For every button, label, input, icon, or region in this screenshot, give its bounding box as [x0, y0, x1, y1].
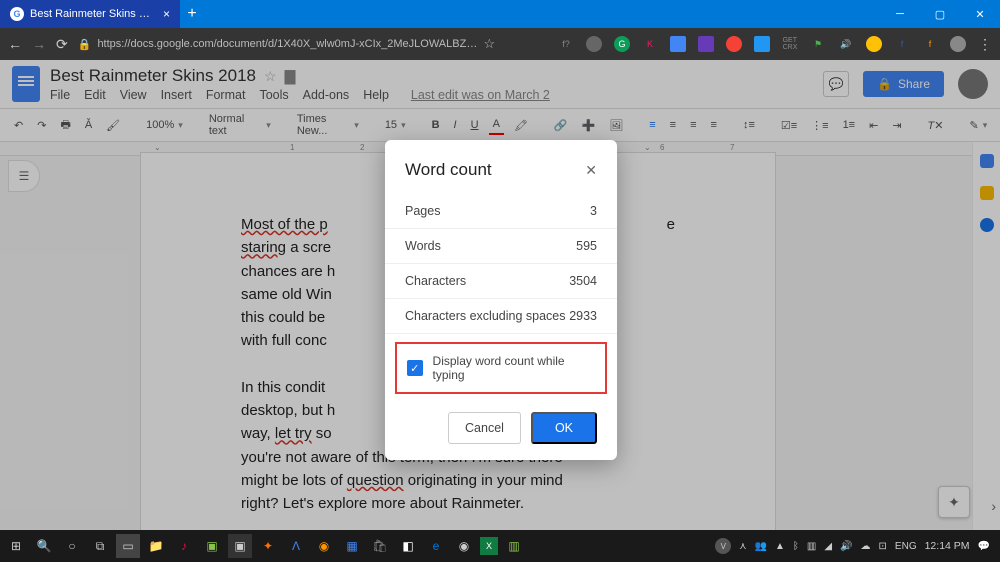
extension-icons: f? G K GETCRX ⚑ 🔊 f f ⋮ — [558, 36, 992, 53]
chrome-icon[interactable]: ◉ — [452, 534, 476, 558]
display-while-typing-option[interactable]: ✓ Display word count while typing — [395, 342, 607, 394]
ext-icon[interactable]: 🔊 — [838, 36, 854, 52]
ext-icon[interactable]: ⚑ — [810, 36, 826, 52]
notifications-icon[interactable]: 💬 — [978, 541, 990, 552]
taskbar-app[interactable]: ▣ — [228, 534, 252, 558]
people-icon[interactable]: 👥 — [755, 541, 767, 552]
onedrive-icon[interactable]: ☁ — [861, 541, 871, 552]
task-view-icon[interactable]: ⧉ — [88, 534, 112, 558]
dialog-close-icon[interactable]: ✕ — [585, 162, 597, 179]
ext-icon[interactable] — [698, 36, 714, 52]
bluetooth-icon[interactable]: ᛒ — [793, 541, 799, 552]
cancel-button[interactable]: Cancel — [448, 412, 521, 444]
tray-icon[interactable]: ⋏ — [739, 541, 746, 552]
taskbar-app[interactable]: ♪ — [172, 534, 196, 558]
stat-row-characters-no-spaces: Characters excluding spaces 2933 — [385, 299, 617, 334]
wifi-icon[interactable]: ◢ — [824, 541, 832, 552]
stat-row-characters: Characters 3504 — [385, 264, 617, 299]
language-indicator[interactable]: ENG — [895, 541, 917, 552]
taskbar-app[interactable]: ▭ — [116, 534, 140, 558]
browser-menu-icon[interactable]: ⋮ — [978, 36, 992, 53]
ext-icon[interactable] — [866, 36, 882, 52]
google-ads-icon[interactable]: Λ — [284, 534, 308, 558]
url-text: https://docs.google.com/document/d/1X40X… — [97, 38, 477, 50]
start-button[interactable]: ⊞ — [4, 534, 28, 558]
address-bar[interactable]: 🔒 https://docs.google.com/document/d/1X4… — [78, 36, 495, 52]
tab-title: Best Rainmeter Skins 2018 - Goo — [30, 8, 155, 20]
search-icon[interactable]: 🔍 — [32, 534, 56, 558]
browser-titlebar: G Best Rainmeter Skins 2018 - Goo × + ─ … — [0, 0, 1000, 28]
checkbox-label: Display word count while typing — [433, 354, 595, 382]
stat-row-words: Words 595 — [385, 229, 617, 264]
store-icon[interactable]: 🛍 — [368, 534, 392, 558]
system-tray: V ⋏ 👥 ▲ ᛒ ▥ ◢ 🔊 ☁ ⊡ ENG 12:14 PM 💬 — [715, 538, 996, 554]
file-explorer-icon[interactable]: 📁 — [144, 534, 168, 558]
ext-icon[interactable]: f? — [558, 36, 574, 52]
edge-icon[interactable]: e — [424, 534, 448, 558]
lock-icon: 🔒 — [78, 38, 92, 51]
ok-button[interactable]: OK — [531, 412, 597, 444]
back-button[interactable]: ← — [8, 36, 22, 52]
taskbar-app[interactable]: ✦ — [256, 534, 280, 558]
battery-icon[interactable]: ▥ — [807, 541, 816, 552]
tray-icon[interactable]: ⊡ — [879, 541, 887, 552]
windows-taskbar: ⊞ 🔍 ○ ⧉ ▭ 📁 ♪ ▣ ▣ ✦ Λ ◉ ▦ 🛍 ◧ e ◉ X ▥ V … — [0, 530, 1000, 562]
ext-icon[interactable] — [586, 36, 602, 52]
ext-icon[interactable]: f — [922, 36, 938, 52]
close-window-button[interactable]: ✕ — [960, 0, 1000, 28]
ext-icon[interactable] — [726, 36, 742, 52]
tray-icon[interactable]: V — [715, 538, 731, 554]
ext-icon[interactable] — [950, 36, 966, 52]
dialog-title: Word count — [405, 160, 492, 180]
tab-close-icon[interactable]: × — [163, 7, 170, 21]
taskbar-app[interactable]: ▦ — [340, 534, 364, 558]
word-count-dialog: Word count ✕ Pages 3 Words 595 Character… — [385, 140, 617, 460]
window-controls: ─ ▢ ✕ — [880, 0, 1000, 28]
stat-row-pages: Pages 3 — [385, 194, 617, 229]
bookmark-star-icon[interactable]: ☆ — [483, 36, 495, 52]
excel-icon[interactable]: X — [480, 537, 498, 555]
cortana-icon[interactable]: ○ — [60, 534, 84, 558]
ext-icon[interactable]: G — [614, 36, 630, 52]
taskbar-app[interactable]: ◧ — [396, 534, 420, 558]
new-tab-button[interactable]: + — [180, 5, 204, 23]
forward-button[interactable]: → — [32, 36, 46, 52]
taskbar-app[interactable]: ▣ — [200, 534, 224, 558]
browser-toolbar: ← → ⟳ 🔒 https://docs.google.com/document… — [0, 28, 1000, 60]
ext-icon[interactable]: K — [642, 36, 658, 52]
tray-icon[interactable]: ▲ — [775, 541, 785, 552]
checkbox-checked-icon[interactable]: ✓ — [407, 360, 423, 376]
clock[interactable]: 12:14 PM — [925, 540, 970, 552]
volume-icon[interactable]: 🔊 — [840, 541, 852, 552]
browser-tab[interactable]: G Best Rainmeter Skins 2018 - Goo × — [0, 0, 180, 28]
ext-icon[interactable]: f — [894, 36, 910, 52]
maximize-button[interactable]: ▢ — [920, 0, 960, 28]
taskbar-app[interactable]: ▥ — [502, 534, 526, 558]
ext-icon[interactable] — [754, 36, 770, 52]
minimize-button[interactable]: ─ — [880, 0, 920, 28]
ext-icon[interactable]: GETCRX — [782, 36, 798, 52]
ext-icon[interactable] — [670, 36, 686, 52]
firefox-icon[interactable]: ◉ — [312, 534, 336, 558]
tab-favicon: G — [10, 7, 24, 21]
reload-button[interactable]: ⟳ — [56, 36, 68, 53]
